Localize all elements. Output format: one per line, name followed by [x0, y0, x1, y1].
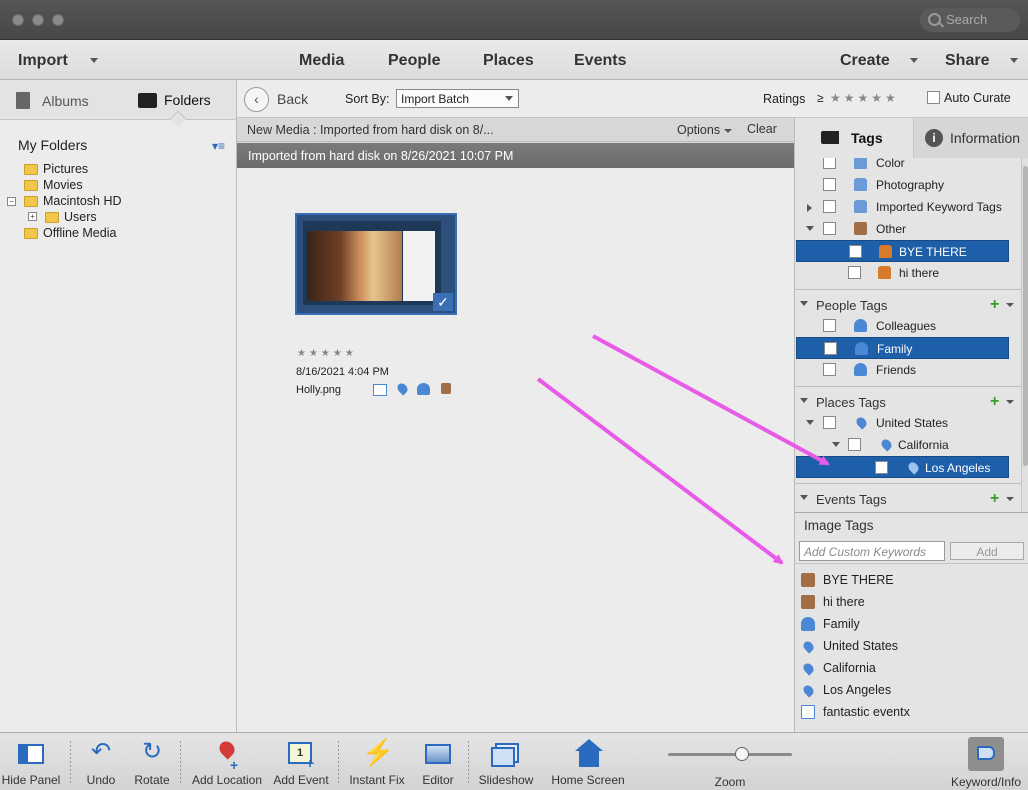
editor-label: Editor [422, 773, 454, 787]
undo-label: Undo [86, 773, 116, 787]
keyword-info-button[interactable]: Keyword/Info [948, 737, 1024, 789]
annotation-arrows [536, 334, 830, 565]
separator [70, 741, 71, 785]
slideshow-button[interactable]: Slideshow [476, 737, 536, 787]
editor-button[interactable]: Editor [414, 737, 462, 787]
undo-button[interactable]: ↶ Undo [78, 737, 124, 787]
separator [468, 741, 469, 785]
keyword-info-icon [968, 737, 1004, 771]
zoom-slider-track[interactable] [668, 753, 792, 756]
bottom-toolbar: Hide Panel ↶ Undo ↻ Rotate + Add Locatio… [0, 732, 1028, 790]
zoom-label: Zoom [714, 775, 746, 789]
add-location-label: Add Location [191, 773, 263, 787]
add-location-button[interactable]: + Add Location [190, 737, 264, 787]
hide-panel-icon [16, 737, 46, 769]
undo-icon: ↶ [90, 738, 112, 765]
separator [338, 741, 339, 785]
home-screen-label: Home Screen [551, 773, 625, 787]
instant-fix-button[interactable]: ⚡ Instant Fix [346, 737, 408, 787]
hide-panel-button[interactable]: Hide Panel [0, 737, 62, 787]
event-calendar-icon: 1 + [286, 737, 316, 771]
add-event-button[interactable]: 1 + Add Event [270, 737, 332, 787]
separator [180, 741, 181, 785]
keyword-info-label: Keyword/Info [950, 775, 1022, 789]
rotate-label: Rotate [134, 773, 170, 787]
editor-icon [423, 737, 453, 769]
rotate-button[interactable]: ↻ Rotate [130, 737, 174, 787]
slideshow-label: Slideshow [478, 773, 534, 787]
home-icon [573, 737, 603, 769]
rotate-icon: ↻ [141, 738, 163, 765]
home-screen-button[interactable]: Home Screen [548, 737, 628, 787]
lightning-icon: ⚡ [362, 737, 395, 767]
location-pin-icon: + [212, 737, 242, 773]
add-event-label: Add Event [273, 773, 329, 787]
instant-fix-label: Instant Fix [349, 773, 405, 787]
slideshow-icon [491, 737, 521, 769]
annotation-arrow-image-tags [536, 377, 784, 565]
hide-panel-label: Hide Panel [1, 773, 61, 787]
zoom-slider-thumb[interactable] [735, 747, 750, 761]
